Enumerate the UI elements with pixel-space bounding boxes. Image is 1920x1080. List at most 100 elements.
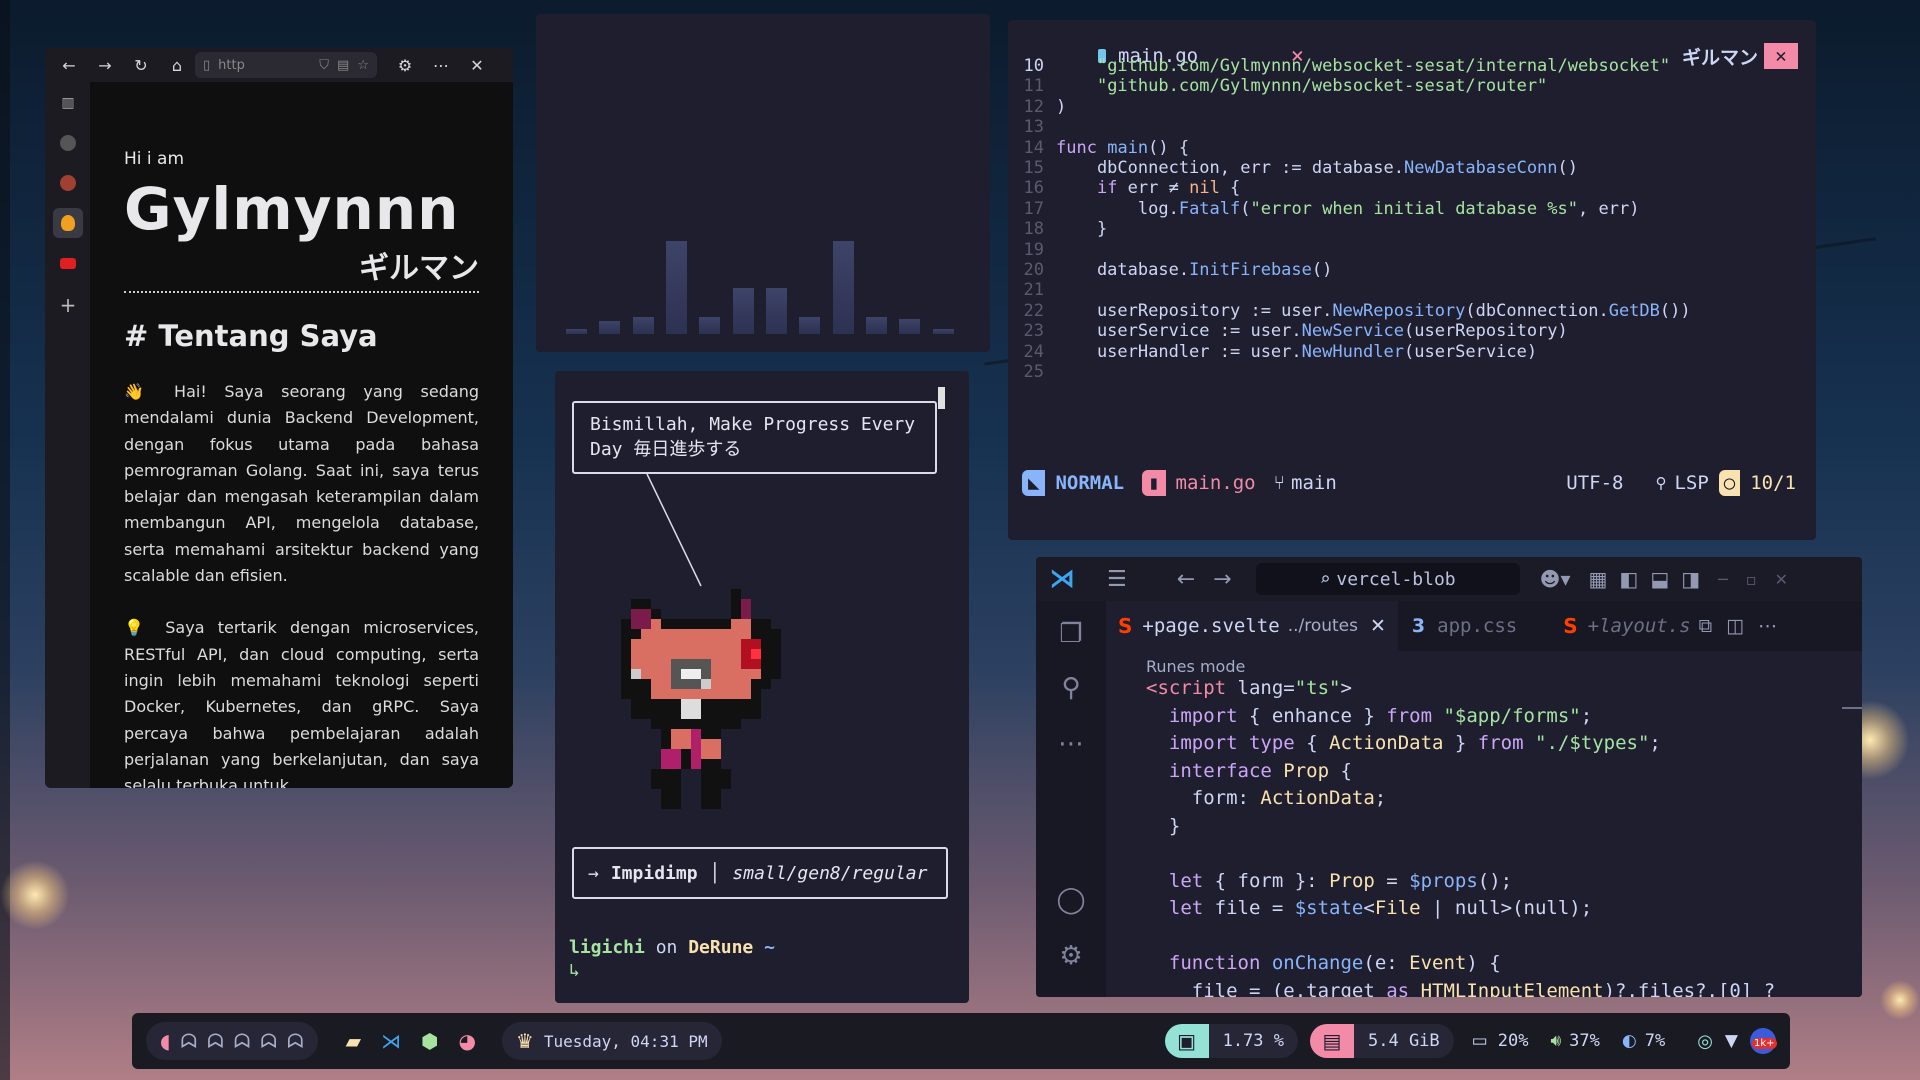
split-editor-icon[interactable]: ◫ xyxy=(1726,615,1744,637)
branch-icon: ⑂ xyxy=(1273,472,1286,494)
clock[interactable]: ♛ Tuesday, 04:31 PM xyxy=(501,1022,722,1060)
visualizer-bar xyxy=(666,240,687,334)
code-line: 20 database.InitFirebase() xyxy=(1008,260,1333,285)
layout-icon[interactable]: ▦ xyxy=(1589,567,1608,591)
bookmark-star-icon[interactable]: ☆ xyxy=(357,58,369,73)
prompt-dir: ~ xyxy=(753,937,775,958)
code-editor[interactable]: Runes mode <script lang="ts"> import { e… xyxy=(1106,651,1862,997)
tab-page-svelte[interactable]: S +page.svelte ../routes ✕ xyxy=(1106,601,1398,651)
code-line: let { form }: Prop = $props(); xyxy=(1168,869,1513,892)
ghost-icon[interactable]: ᗣ xyxy=(287,1029,304,1053)
folder-icon[interactable]: ▰ xyxy=(346,1029,361,1053)
more-icon[interactable]: ⋯ xyxy=(1054,729,1088,763)
position-label: 10/1 xyxy=(1750,472,1796,494)
shell-prompt[interactable]: ligichi on DeRune ~ ↳ xyxy=(569,937,775,981)
position-badge: ○ xyxy=(1718,470,1741,496)
close-icon[interactable]: ✕ xyxy=(1764,43,1799,69)
tab-layout-svelte[interactable]: S +layout.s xyxy=(1531,601,1690,651)
vscode-icon[interactable]: ⋊ xyxy=(381,1029,401,1053)
firefox-icon[interactable]: ◕ xyxy=(458,1029,475,1053)
wave-icon: 👋 xyxy=(124,382,157,401)
reader-icon[interactable]: ▤ xyxy=(337,58,349,73)
back-icon[interactable]: ← xyxy=(51,56,87,75)
crown-icon: ♛ xyxy=(515,1029,534,1053)
wallpaper-lantern xyxy=(1880,980,1920,1020)
network-icon[interactable]: ◎ xyxy=(1697,1031,1713,1052)
line-text: log.Fatalf("error when initial database … xyxy=(1056,198,1640,219)
explorer-icon[interactable]: ❐ xyxy=(1054,619,1088,653)
prompt-arrow: ↳ xyxy=(569,960,580,981)
command-search[interactable]: ⌕ vercel-blob xyxy=(1255,563,1520,595)
branch-label: main xyxy=(1291,472,1337,494)
back-icon[interactable]: ← xyxy=(1177,567,1195,592)
scrollbar[interactable] xyxy=(1842,707,1862,709)
pokemon-name-box: → Impidimp │ small/gen8/regular xyxy=(572,847,948,899)
code-line: let file = $state<File | null>(null); xyxy=(1168,897,1593,919)
taskbar: ◖ ᗣ ᗣ ᗣ ᗣ ᗣ ▰ ⋊ ⬢ ◕ ♛ Tuesday, 04:31 PM … xyxy=(132,1013,1790,1069)
page-icon: ▯ xyxy=(203,57,211,73)
title-bar: ⋊ ☰ ← → ⌕ vercel-blob ☻▾ ▦ ◧ ⬓ ◨ ─ ▫ ✕ xyxy=(1036,557,1862,601)
sidebar-item-site[interactable] xyxy=(53,168,83,198)
forward-icon[interactable]: → xyxy=(1213,567,1231,592)
close-icon[interactable]: ✕ xyxy=(459,56,495,75)
prompt-host: DeRune xyxy=(688,937,754,958)
ghost-icon[interactable]: ᗣ xyxy=(207,1029,224,1053)
sidebar-item-github[interactable] xyxy=(53,128,83,158)
workspaces: ◖ ᗣ ᗣ ᗣ ᗣ ᗣ xyxy=(146,1022,318,1060)
visualizer-bar xyxy=(699,316,721,334)
browser-toolbar: ← → ↻ ⌂ ▯ http ⛉ ▤ ☆ ⚙ ⋯ ✕ xyxy=(45,48,513,82)
ghost-icon[interactable]: ᗣ xyxy=(260,1029,277,1053)
audio-visualizer xyxy=(536,14,990,352)
code-line: form: ActionData; xyxy=(1146,787,1387,809)
svelte-icon: S xyxy=(1118,614,1133,638)
wifi-icon[interactable]: ▼ xyxy=(1725,1031,1738,1051)
maximize-icon[interactable]: ▫ xyxy=(1746,570,1757,589)
sidebar-toggle-icon[interactable]: ▥ xyxy=(53,88,83,118)
volume-level[interactable]: 37% xyxy=(1569,1031,1600,1051)
code-line: 11 "github.com/Gylmynnn/websocket-sesat/… xyxy=(1008,76,1548,101)
wallpaper-lantern xyxy=(0,860,70,930)
sidebar-item-active[interactable] xyxy=(53,208,83,238)
cpu-widget[interactable]: ▣ 1.73 % xyxy=(1164,1024,1298,1058)
close-icon[interactable]: ✕ xyxy=(1370,615,1386,637)
ghost-icon[interactable]: ᗣ xyxy=(234,1029,251,1053)
bulb-icon: 💡 xyxy=(124,618,153,638)
tab-right: ギルマン ✕ xyxy=(1682,42,1799,70)
copilot-icon[interactable]: ☻▾ xyxy=(1540,567,1571,591)
nodejs-icon[interactable]: ⬢ xyxy=(421,1029,438,1053)
code-line: file = (e.target as HTMLInputElement)?.f… xyxy=(1146,979,1776,998)
code-line: import { enhance } from "$app/forms"; xyxy=(1168,704,1593,727)
sidebar-item-youtube[interactable] xyxy=(53,248,83,278)
brightness-level[interactable]: 7% xyxy=(1645,1031,1665,1051)
shield-icon[interactable]: ⛉ xyxy=(319,58,329,73)
sidebar-icon[interactable]: ◧ xyxy=(1619,567,1638,591)
menu-icon[interactable]: ☰ xyxy=(1107,567,1127,592)
secondary-sidebar-icon[interactable]: ◨ xyxy=(1681,567,1700,591)
extensions-icon[interactable]: ⚙ xyxy=(387,56,423,75)
line-text: "github.com/Gylmynnn/websocket-sesat/rou… xyxy=(1096,76,1548,97)
forward-icon[interactable]: → xyxy=(87,56,123,75)
menu-dots-icon[interactable]: ⋯ xyxy=(423,56,459,75)
account-icon[interactable]: ◯ xyxy=(1054,885,1088,919)
memory-widget[interactable]: ▤ 5.4 GiB xyxy=(1310,1024,1454,1058)
settings-gear-icon[interactable]: ⚙ xyxy=(1054,941,1088,975)
pokemon-name: Impidimp xyxy=(610,862,698,884)
home-icon[interactable]: ⌂ xyxy=(159,56,195,75)
add-panel-icon[interactable]: + xyxy=(53,290,83,320)
battery-level[interactable]: 20% xyxy=(1498,1031,1529,1051)
minimize-icon[interactable]: ─ xyxy=(1718,570,1728,589)
pacman-icon[interactable]: ◖ xyxy=(160,1029,171,1053)
reload-icon[interactable]: ↻ xyxy=(123,56,159,75)
url-bar[interactable]: ▯ http ⛉ ▤ ☆ xyxy=(195,52,377,78)
line-text: ) xyxy=(1056,96,1067,117)
notification-icon[interactable]: 1k+ xyxy=(1750,1028,1777,1054)
panel-icon[interactable]: ⬓ xyxy=(1650,567,1669,591)
open-changes-icon[interactable]: ⧉ xyxy=(1699,615,1713,637)
search-icon[interactable]: ⚲ xyxy=(1054,673,1088,707)
tab-app-css[interactable]: 3 app.css xyxy=(1398,601,1531,651)
code-line: } xyxy=(1146,814,1181,837)
visualizer-bar xyxy=(899,318,921,334)
ghost-icon[interactable]: ᗣ xyxy=(181,1029,198,1053)
more-actions-icon[interactable]: ⋯ xyxy=(1758,615,1777,637)
close-icon[interactable]: ✕ xyxy=(1775,570,1788,589)
